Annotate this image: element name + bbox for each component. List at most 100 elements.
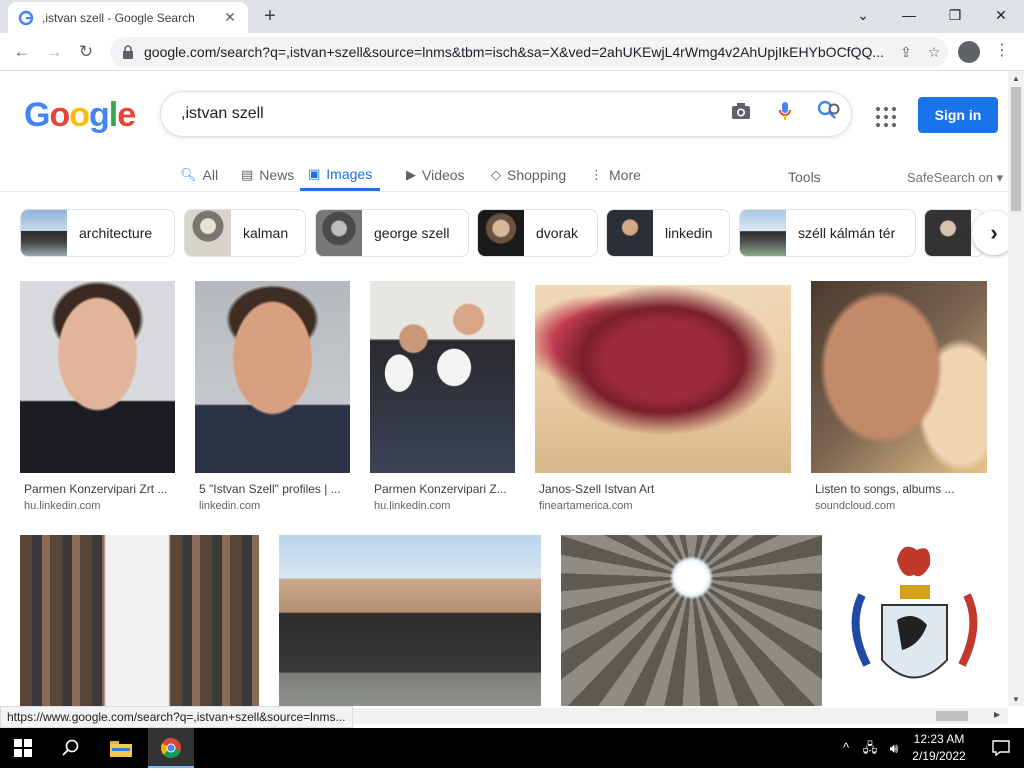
network-icon[interactable]: 🖧︎: [858, 728, 882, 768]
safesearch-toggle[interactable]: SafeSearch on ▾: [907, 170, 1003, 186]
tab-title: ,istvan szell - Google Search: [42, 10, 195, 25]
result-source[interactable]: hu.linkedin.com: [374, 500, 450, 512]
share-icon[interactable]: ⇪: [892, 44, 920, 61]
reload-icon[interactable]: ↻: [74, 40, 98, 64]
google-apps-icon[interactable]: [874, 105, 898, 129]
profile-avatar-icon[interactable]: [958, 41, 980, 63]
chip-thumbnail: [478, 210, 524, 256]
safesearch-label: SafeSearch on: [907, 170, 994, 185]
chip-thumbnail: [316, 210, 362, 256]
result-image[interactable]: [811, 281, 987, 473]
result-source[interactable]: soundcloud.com: [815, 500, 895, 512]
result-source[interactable]: hu.linkedin.com: [24, 500, 100, 512]
lock-icon: [123, 45, 133, 59]
search-tabs: 🔍︎ All ▤ News ▣ Images ▶ Videos ◇ Shopping ⋮ M…: [0, 151, 1008, 192]
scroll-thumb[interactable]: [1011, 87, 1021, 211]
result-caption[interactable]: Janos-Szell Istvan Art: [539, 482, 654, 496]
scroll-up-icon[interactable]: ▲: [1012, 74, 1020, 83]
result-image[interactable]: [195, 281, 350, 473]
play-icon: ▶: [406, 167, 416, 182]
google-logo[interactable]: Google: [24, 96, 136, 135]
new-tab-button[interactable]: +: [258, 4, 282, 28]
chip-linkedin[interactable]: linkedin: [606, 209, 730, 257]
back-icon[interactable]: ←: [10, 40, 34, 64]
result-image[interactable]: [20, 535, 259, 706]
tab-images[interactable]: ▣ Images: [300, 159, 381, 191]
windows-start-icon[interactable]: [0, 728, 46, 768]
image-result[interactable]: [842, 535, 987, 706]
image-result[interactable]: [20, 535, 259, 706]
tab-search-icon[interactable]: ⌄: [840, 0, 886, 30]
file-explorer-icon[interactable]: [98, 728, 144, 768]
result-image[interactable]: [279, 535, 541, 706]
tab-label: All: [202, 167, 219, 183]
tab-more[interactable]: ⋮ More: [590, 159, 641, 191]
restore-button[interactable]: ❐: [932, 0, 978, 30]
tab-label: News: [259, 167, 295, 183]
search-icon[interactable]: [807, 100, 851, 128]
chip-thumbnail: [925, 210, 971, 256]
hscroll-thumb[interactable]: [936, 711, 968, 721]
chip-dvorak[interactable]: dvorak: [477, 209, 598, 257]
result-image[interactable]: [561, 535, 822, 706]
chip-george-szell[interactable]: george szell: [315, 209, 469, 257]
chip-szell-kalman-ter[interactable]: széll kálmán tér: [739, 209, 916, 257]
image-result[interactable]: 5 "Istvan Szell" profiles | ... linkedin…: [195, 281, 350, 516]
status-bar-url: https://www.google.com/search?q=,istvan+…: [0, 706, 353, 728]
tab-videos[interactable]: ▶ Videos: [406, 159, 465, 191]
result-source[interactable]: fineartamerica.com: [539, 500, 633, 512]
browser-tab[interactable]: ,istvan szell - Google Search ✕: [8, 2, 248, 33]
chrome-menu-icon[interactable]: ⋮: [990, 39, 1014, 63]
volume-icon[interactable]: 🔊︎: [882, 728, 906, 768]
tab-news[interactable]: ▤ News: [241, 159, 294, 191]
scroll-down-icon[interactable]: ▼: [1012, 695, 1020, 704]
tab-all[interactable]: 🔍︎ All: [180, 159, 218, 191]
google-images-page: Google ,istvan szell Sign in 🔍︎ All ▤ News…: [0, 71, 1008, 706]
image-result[interactable]: [279, 535, 541, 706]
search-input[interactable]: ,istvan szell: [181, 105, 719, 123]
result-caption[interactable]: Parmen Konzervipari Z...: [374, 482, 507, 496]
clock-time: 12:23 AM: [913, 732, 965, 746]
result-caption[interactable]: Listen to songs, albums ...: [815, 482, 954, 496]
tab-shopping[interactable]: ◇ Shopping: [491, 159, 566, 191]
result-source[interactable]: linkedin.com: [199, 500, 260, 512]
result-image[interactable]: [535, 285, 791, 473]
result-caption[interactable]: 5 "Istvan Szell" profiles | ...: [199, 482, 341, 496]
forward-icon[interactable]: →: [42, 40, 66, 64]
sign-in-button[interactable]: Sign in: [918, 97, 998, 133]
result-caption[interactable]: Parmen Konzervipari Zrt ...: [24, 482, 167, 496]
chips-next-arrow-icon[interactable]: ›: [972, 211, 1008, 255]
newspaper-icon: ▤: [241, 167, 254, 182]
minimize-button[interactable]: —: [886, 0, 932, 30]
chrome-taskbar-icon[interactable]: [148, 728, 194, 768]
chip-architecture[interactable]: architecture: [20, 209, 175, 257]
vertical-scrollbar[interactable]: ▲ ▼: [1008, 71, 1024, 706]
tray-chevron-icon[interactable]: ^: [836, 728, 856, 768]
bookmark-star-icon[interactable]: ☆: [920, 44, 948, 61]
microphone-icon[interactable]: [763, 101, 807, 127]
tab-label: Images: [326, 165, 373, 182]
scroll-right-icon[interactable]: ▶: [994, 710, 1000, 719]
close-window-button[interactable]: ✕: [978, 0, 1024, 30]
image-result[interactable]: Parmen Konzervipari Z... hu.linkedin.com: [370, 281, 515, 516]
image-result[interactable]: Janos-Szell Istvan Art fineartamerica.co…: [535, 281, 791, 516]
search-box[interactable]: ,istvan szell: [160, 91, 852, 137]
chip-kalman[interactable]: kalman: [184, 209, 306, 257]
url-text: google.com/search?q=,istvan+szell&source…: [144, 44, 885, 60]
notification-icon[interactable]: [978, 728, 1024, 768]
address-bar[interactable]: google.com/search?q=,istvan+szell&source…: [110, 37, 948, 67]
result-image[interactable]: [842, 535, 987, 706]
result-image[interactable]: [20, 281, 175, 473]
tab-label: Videos: [422, 167, 465, 183]
image-result[interactable]: Listen to songs, albums ... soundcloud.c…: [811, 281, 987, 516]
result-image[interactable]: [370, 281, 515, 473]
tools-button[interactable]: Tools: [788, 169, 821, 185]
close-tab-icon[interactable]: ✕: [222, 9, 238, 26]
image-result[interactable]: [561, 535, 822, 706]
search-icon[interactable]: [48, 728, 94, 768]
taskbar-clock[interactable]: 12:23 AM 2/19/2022: [904, 731, 974, 765]
camera-icon[interactable]: [719, 102, 763, 126]
google-favicon-icon: [18, 10, 34, 25]
image-result[interactable]: Parmen Konzervipari Zrt ... hu.linkedin.…: [20, 281, 175, 516]
coat-of-arms-icon: [851, 546, 978, 679]
